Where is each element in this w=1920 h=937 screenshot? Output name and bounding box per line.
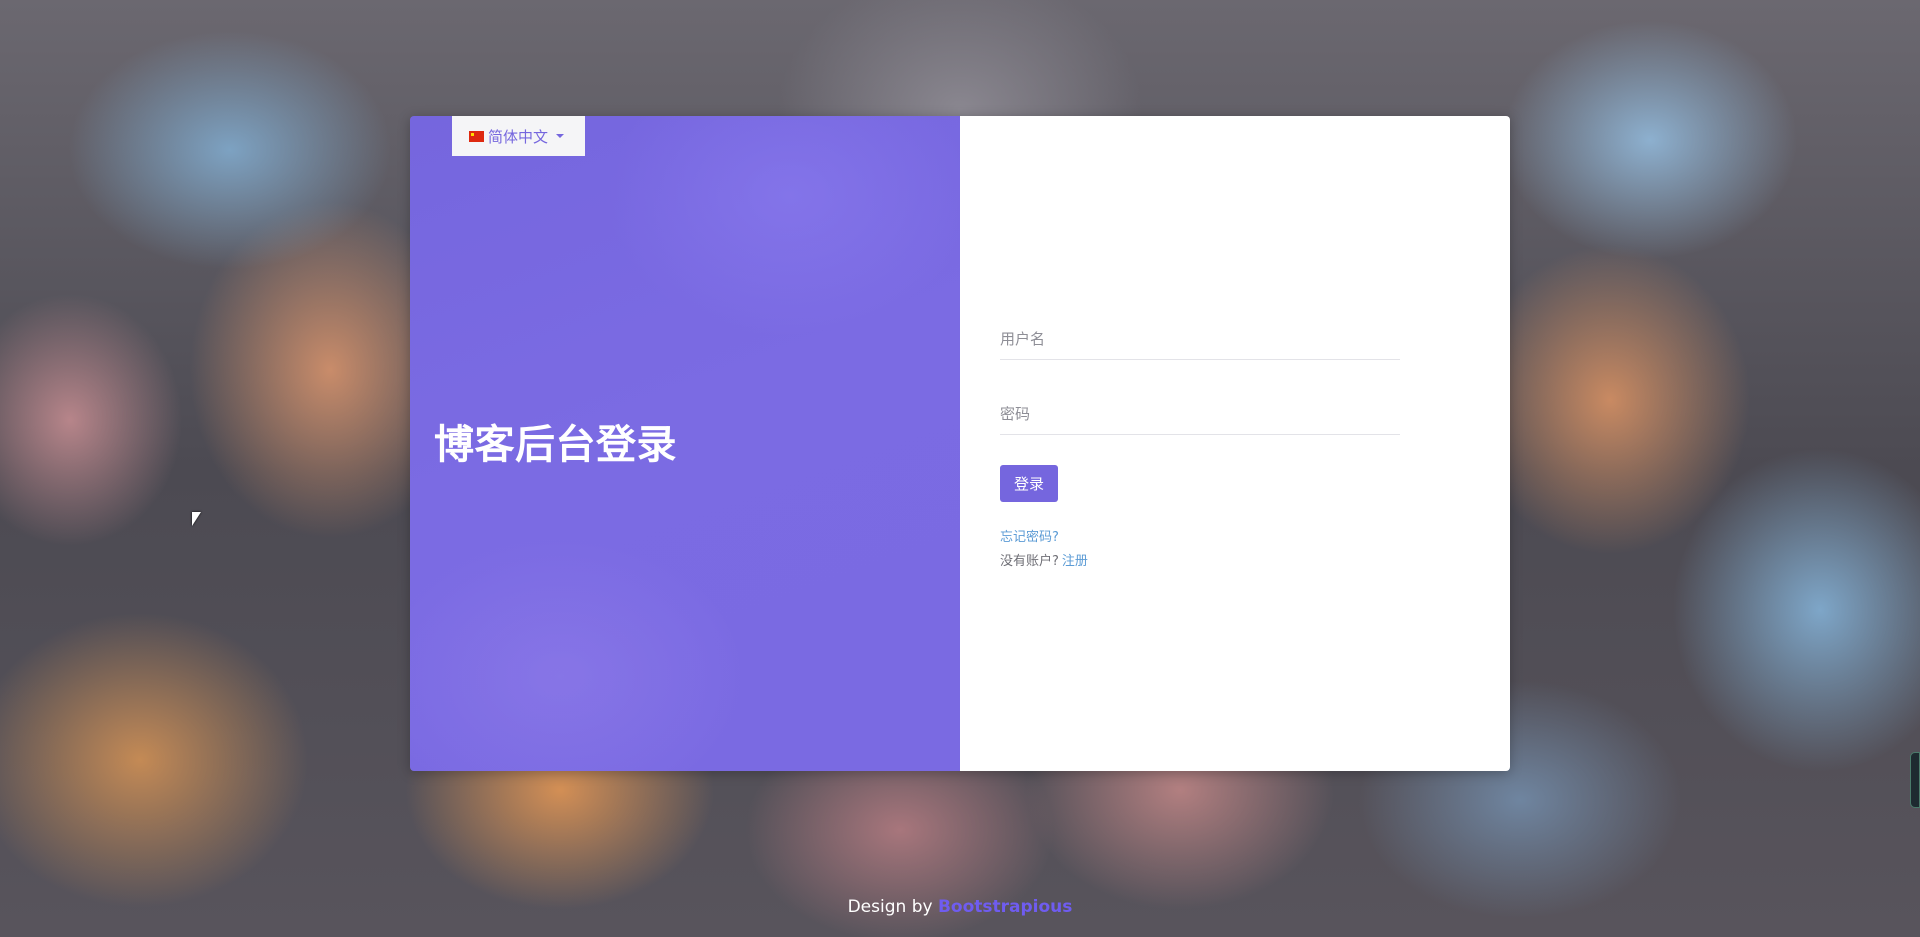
- side-panel-handle[interactable]: [1910, 752, 1920, 808]
- login-card: 简体中文 博客后台登录 登录 忘记密码? 没有账户?注册: [410, 116, 1510, 771]
- username-input[interactable]: [1000, 319, 1400, 360]
- language-label: 简体中文: [488, 127, 549, 146]
- forgot-password-link[interactable]: 忘记密码?: [1000, 526, 1059, 545]
- brand-panel: 简体中文 博客后台登录: [410, 116, 960, 771]
- china-flag-icon: [469, 130, 484, 142]
- register-row: 没有账户? 注册: [1000, 550, 1088, 569]
- footer-credit: Design by Bootstrapious: [0, 897, 1920, 917]
- register-link[interactable]: 注册: [1062, 554, 1088, 569]
- page-title: 博客后台登录: [434, 422, 677, 468]
- footer-prefix: Design by: [847, 897, 938, 917]
- login-button[interactable]: 登录: [1000, 465, 1058, 502]
- chevron-down-icon: [556, 134, 565, 138]
- no-account-text: 没有账户?: [1000, 554, 1059, 569]
- form-panel: 登录 忘记密码? 没有账户?注册: [960, 116, 1510, 771]
- password-input[interactable]: [1000, 394, 1400, 435]
- language-dropdown[interactable]: 简体中文: [452, 116, 585, 156]
- bootstrapious-link[interactable]: Bootstrapious: [938, 897, 1072, 917]
- mouse-cursor-icon: [192, 512, 201, 526]
